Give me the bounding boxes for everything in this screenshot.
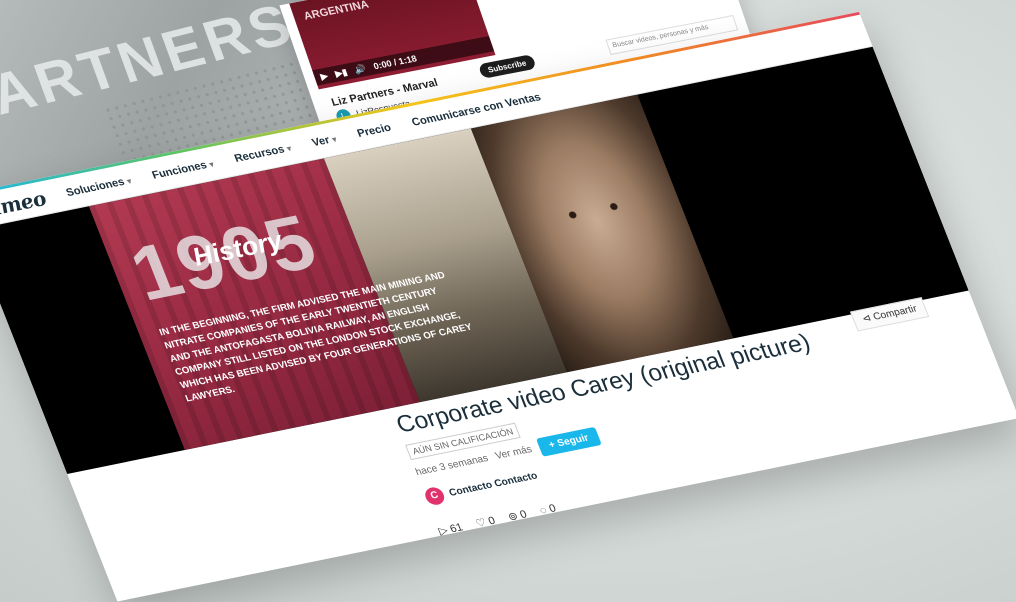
comments-stat[interactable]: ◌ 0	[538, 502, 558, 517]
mini-video-overlay-text: ARGENTINA	[302, 0, 371, 23]
nav-item-pricing[interactable]: Precio	[355, 121, 392, 139]
nav-item-resources[interactable]: Recursos▾	[232, 142, 293, 165]
mini-player-controls: ▶ ▶▮ 🔊 0:00 / 1:18	[312, 35, 495, 86]
chevron-down-icon: ▾	[285, 143, 293, 153]
skip-icon[interactable]: ▶▮	[334, 66, 349, 79]
mini-time: 0:00 / 1:18	[372, 53, 419, 72]
play-icon[interactable]: ▶	[319, 70, 329, 82]
nav-item-label: Recursos	[232, 143, 287, 165]
collection-icon: ⊚	[506, 510, 520, 524]
subscribe-button[interactable]: Subscribe	[477, 54, 537, 79]
collections-stat[interactable]: ⊚ 0	[506, 508, 529, 524]
mini-video-player[interactable]: ARGENTINA ▶ ▶▮ 🔊 0:00 / 1:18	[289, 0, 496, 90]
plays-count: 61	[448, 521, 465, 535]
nav-item-features[interactable]: Funciones▾	[150, 157, 215, 181]
comments-count: 0	[547, 502, 558, 515]
likes-count: 0	[486, 514, 497, 528]
owner-name[interactable]: Contacto Contacto	[447, 470, 539, 498]
nav-item-watch[interactable]: Ver▾	[310, 132, 338, 149]
volume-icon[interactable]: 🔊	[353, 63, 368, 76]
nav-item-label: Ver	[310, 133, 332, 149]
likes-stat[interactable]: ♡ 0	[474, 514, 497, 530]
collections-count: 0	[518, 508, 529, 521]
comment-icon: ◌	[537, 503, 549, 517]
chevron-down-icon: ▾	[125, 176, 133, 186]
play-icon: ▷	[437, 524, 450, 538]
nav-item-label: Soluciones	[64, 175, 127, 199]
avatar[interactable]: C	[422, 485, 447, 507]
plays-stat: ▷ 61	[437, 521, 465, 538]
heart-icon: ♡	[474, 516, 489, 531]
more-link[interactable]: Ver más	[494, 444, 534, 462]
nav-item-solutions[interactable]: Soluciones▾	[64, 174, 133, 199]
chevron-down-icon: ▾	[207, 159, 216, 169]
chevron-down-icon: ▾	[330, 134, 338, 144]
nav-item-label: Funciones	[150, 158, 209, 182]
